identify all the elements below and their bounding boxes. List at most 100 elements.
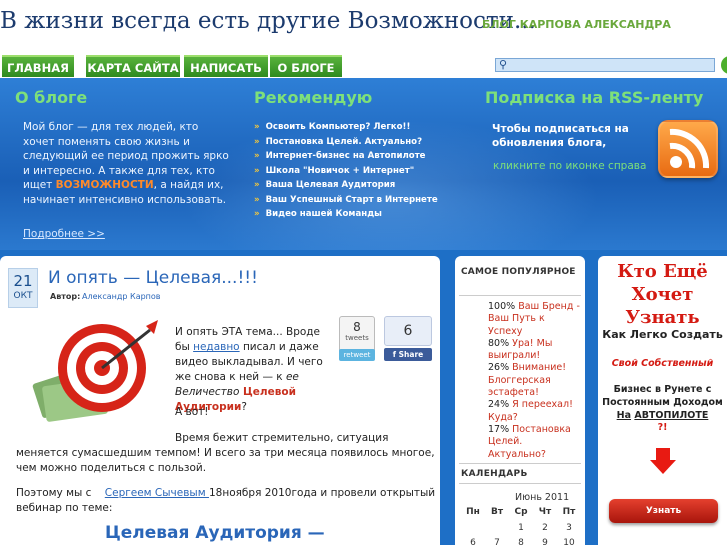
about-heading: О блоге (15, 88, 88, 107)
recommend-item[interactable]: » Видео нашей Команды (254, 207, 438, 222)
sergey-sychev-link[interactable]: Сергеем Сычевым (105, 487, 209, 499)
post-subtitle: Целевая Аудитория — (105, 523, 325, 543)
calendar-day[interactable]: 8 (509, 538, 533, 545)
calendar-day[interactable]: 2 (533, 523, 557, 533)
weekday: Вт (490, 507, 504, 517)
site-header: В жизни всегда есть другие Возможности..… (0, 0, 727, 52)
recommend-item-label: Ваша Целевая Аудитория (265, 180, 396, 190)
tweet-count: 8 (353, 320, 361, 334)
search-go-button[interactable] (721, 56, 727, 74)
recommend-item[interactable]: » Освоить Компьютер? Легко!! (254, 120, 438, 135)
recommend-item-label: Видео нашей Команды (265, 209, 382, 219)
promo-italic: Свой Собственный (611, 358, 714, 369)
nav-write[interactable]: НАПИСАТЬ (184, 55, 268, 77)
facebook-share-count: 6 (384, 316, 432, 346)
promo-body: Бизнес в Рунете с Постоянным Доходом На … (598, 383, 727, 422)
recently-link[interactable]: недавно (193, 341, 240, 353)
about-text: Мой блог — для тех людей, кто хочет поме… (23, 120, 233, 207)
post-date: 21 ОКТ (8, 268, 38, 308)
recommend-item-label: Интернет-бизнес на Автопилоте (265, 151, 426, 161)
weekday: Ср (514, 507, 528, 517)
rss-hint: кликните по иконке справа (493, 160, 647, 172)
promo-subheadline: Как Легко Создать (602, 328, 723, 341)
recommend-item[interactable]: » Интернет-бизнес на Автопилоте (254, 149, 438, 164)
blog-author-label: БЛОГ КАРПОВА АЛЕКСАНДРА (482, 18, 671, 31)
main-nav: ГЛАВНАЯ КАРТА САЙТА НАПИСАТЬ О БЛОГЕ ⚲ (0, 52, 727, 78)
promo-banner: Кто Ещё Хочет Узнать Как Легко Создать С… (598, 256, 727, 545)
popular-list: 100% Ваш Бренд - Ваш Путь к Успеху 80% У… (488, 301, 580, 461)
calendar-day[interactable]: 10 (557, 538, 581, 545)
site-title[interactable]: В жизни всегда есть другие Возможности..… (0, 8, 536, 34)
calendar-week: 123 (461, 523, 585, 533)
popular-item[interactable]: 26% Внимание! Блоггерская эстафета! (488, 362, 580, 399)
weekday: Чт (538, 507, 552, 517)
calendar-weekdays: Пн Вт Ср Чт Пт (461, 507, 585, 517)
recommend-item-label: Постановка Целей. Актуально? (265, 136, 423, 147)
about-highlight: ВОЗМОЖНОСТИ (55, 179, 154, 191)
calendar-day[interactable]: 1 (509, 523, 533, 533)
recommend-item[interactable]: » Ваша Целевая Аудитория (254, 178, 438, 193)
popular-item[interactable]: 100% Ваш Бренд - Ваш Путь к Успеху (488, 301, 580, 338)
recommend-item-label: Школа "Новичок + Интернет" (265, 165, 415, 176)
learn-more-button[interactable]: Узнать подробности! (609, 499, 718, 540)
bullet-icon: » (254, 122, 260, 132)
search-input[interactable] (495, 58, 715, 72)
post-title[interactable]: И опять — Целевая...!!! (48, 268, 258, 288)
post-paragraph-3: Время бежит стремительно, ситуация меняе… (16, 432, 435, 474)
calendar-heading: КАЛЕНДАРЬ (461, 469, 528, 479)
promo-autopilot: АВТОПИЛОТЕ (634, 410, 709, 421)
post-article: 21 ОКТ И опять — Целевая...!!! Автор: Ал… (0, 256, 440, 545)
calendar-day[interactable]: 3 (557, 523, 581, 533)
post-paragraph-4: Поэтому мы с Сергеем Сычевым 18ноября 20… (16, 486, 436, 516)
rss-heading: Подписка на RSS-ленту (485, 88, 704, 107)
recommend-item[interactable]: » Ваш Успешный Старт в Интернете (254, 193, 438, 208)
weekday: Пн (466, 507, 480, 517)
popular-percent: 24% (488, 399, 510, 411)
facebook-share-button[interactable]: f Share (384, 348, 432, 361)
popular-item[interactable]: 17% Постановка Целей. Актуально? (488, 424, 580, 461)
popular-percent: 26% (488, 362, 510, 374)
promo-body-text: Бизнес в Рунете с Постоянным Доходом (602, 384, 723, 408)
bullet-icon: » (254, 180, 260, 190)
feature-band: О блоге Мой блог — для тех людей, кто хо… (0, 78, 727, 250)
post-paragraph-1: И опять ЭТА тема... Вроде бы недавно пис… (175, 325, 335, 415)
popular-percent: 100% (488, 301, 516, 312)
post-month: ОКТ (13, 291, 33, 301)
post-day: 21 (13, 272, 33, 290)
retweet-button[interactable]: retweet (339, 349, 375, 361)
sidebar: САМОЕ ПОПУЛЯРНОЕ 100% Ваш Бренд - Ваш Пу… (455, 256, 585, 545)
divider (459, 483, 581, 484)
divider (459, 463, 581, 464)
nav-sitemap[interactable]: КАРТА САЙТА (86, 55, 180, 77)
popular-item[interactable]: 24% Я переехал! Куда? (488, 399, 580, 424)
rss-glyph (669, 128, 710, 169)
post-author-link[interactable]: Александр Карпов (82, 292, 161, 301)
nav-about-blog[interactable]: О БЛОГЕ (270, 55, 342, 77)
weekday: Пт (562, 507, 576, 517)
post-text: ? (241, 401, 247, 413)
promo-headline: Кто Ещё Хочет Узнать (617, 261, 708, 328)
calendar-day[interactable]: 7 (485, 538, 509, 545)
post-text: Поэтому мы с (16, 487, 95, 499)
bullet-icon: » (254, 136, 260, 147)
bullet-icon: » (254, 209, 260, 219)
divider (459, 295, 581, 296)
popular-item[interactable]: 80% Ура! Мы выиграли! (488, 338, 580, 363)
recommend-list: » Освоить Компьютер? Легко!! » Постановка … (254, 120, 438, 222)
rss-text: Чтобы подписаться на обновления блога, (492, 123, 629, 149)
nav-home[interactable]: ГЛАВНАЯ (2, 55, 74, 77)
post-paragraph-2: А вот! (175, 406, 209, 418)
target-dart-image (32, 320, 158, 422)
calendar-week: 6 7 8 9 10 (461, 538, 585, 545)
rss-icon[interactable] (658, 120, 718, 178)
calendar-month: Июнь 2011 (515, 492, 570, 503)
popular-percent: 17% (488, 423, 510, 435)
about-more-link[interactable]: Подробнее >> (23, 228, 105, 240)
post-author-label: Автор: (50, 292, 81, 301)
calendar-day[interactable]: 6 (461, 538, 485, 545)
promo-exclaim: ?! (657, 422, 668, 433)
recommend-item[interactable]: » Школа "Новичок + Интернет" (254, 164, 438, 179)
bullet-icon: » (254, 165, 260, 176)
recommend-item[interactable]: » Постановка Целей. Актуально? (254, 135, 438, 150)
calendar-day[interactable]: 9 (533, 538, 557, 545)
